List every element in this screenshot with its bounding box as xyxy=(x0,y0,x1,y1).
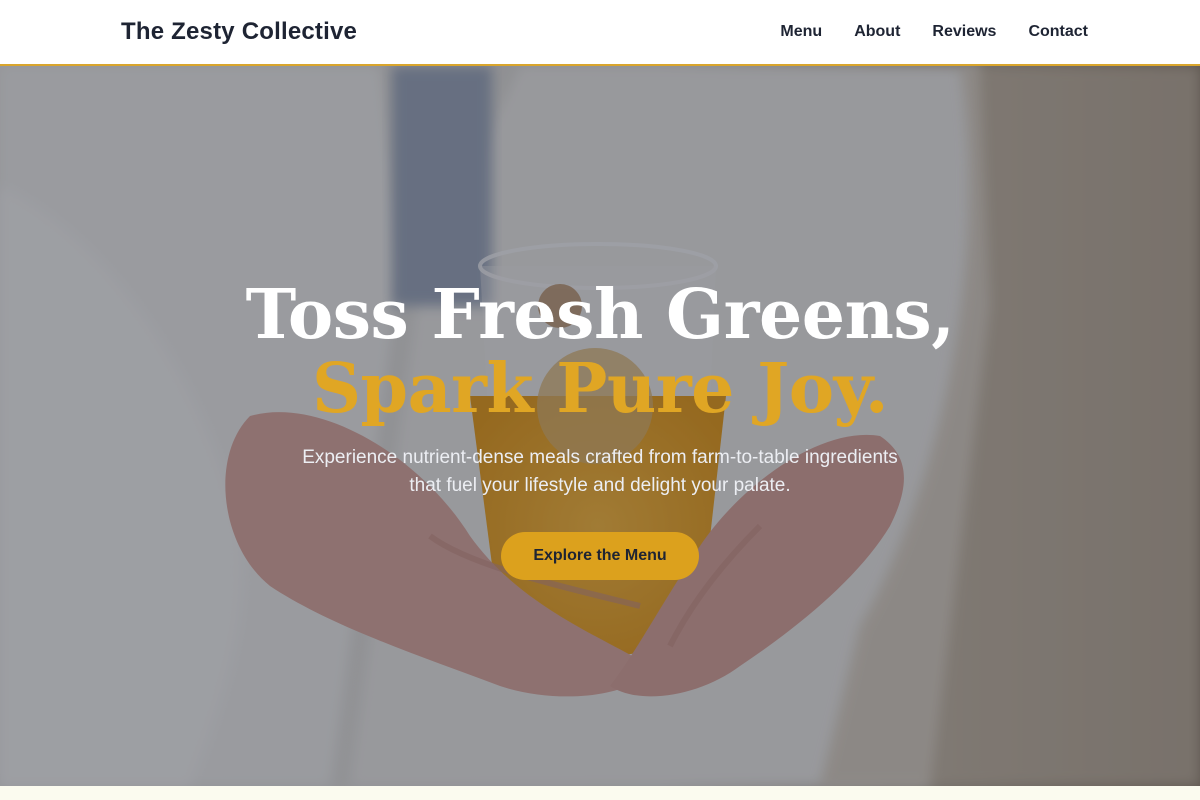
nav-link-menu[interactable]: Menu xyxy=(780,23,822,41)
nav-link-about[interactable]: About xyxy=(854,23,900,41)
hero-section: Toss Fresh Greens, Spark Pure Joy. Exper… xyxy=(0,66,1200,786)
nav-link-reviews[interactable]: Reviews xyxy=(932,23,996,41)
hero-headline-line-1: Toss Fresh Greens, xyxy=(245,275,955,355)
explore-menu-button[interactable]: Explore the Menu xyxy=(501,532,699,580)
hero-headline-line-2: Spark Pure Joy. xyxy=(311,349,889,429)
hero-headline: Toss Fresh Greens, Spark Pure Joy. xyxy=(0,278,1200,426)
site-header: The Zesty Collective Menu About Reviews … xyxy=(0,0,1200,66)
nav-link-contact[interactable]: Contact xyxy=(1028,23,1088,41)
hero-subtext: Experience nutrient-dense meals crafted … xyxy=(302,447,898,496)
next-section-edge xyxy=(0,786,1200,800)
brand-logo-text[interactable]: The Zesty Collective xyxy=(121,18,357,46)
hero-content: Toss Fresh Greens, Spark Pure Joy. Exper… xyxy=(0,278,1200,580)
main-nav: Menu About Reviews Contact xyxy=(780,23,1088,41)
